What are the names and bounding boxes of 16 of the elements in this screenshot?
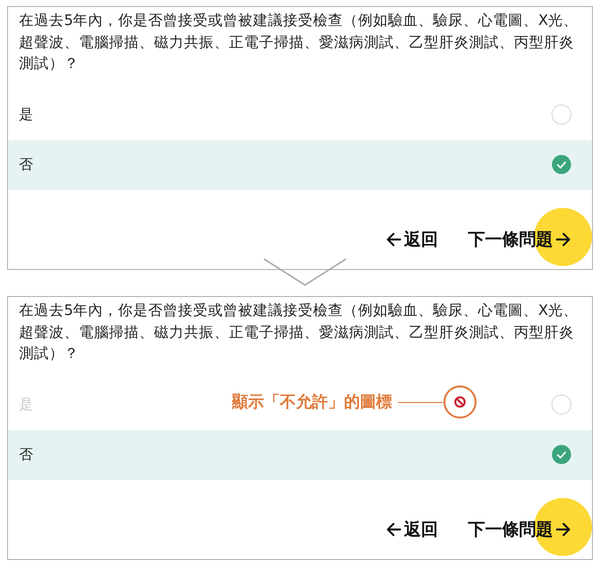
arrow-left-icon bbox=[385, 520, 402, 538]
question-text: 在過去5年內，你是否曾接受或曾被建議接受檢查（例如驗血、驗尿、心電圖、X光、超聲波、電腦掃描、磁力共振、正電子掃描、愛滋病測試、乙型肝炎測試、丙型肝炎測試）？ bbox=[18, 302, 580, 364]
annotation-text: 顯示「不允許」的圖標 bbox=[232, 392, 392, 412]
arrow-right-icon bbox=[555, 520, 572, 538]
arrow-right-icon bbox=[555, 230, 572, 248]
radio-icon[interactable] bbox=[551, 104, 572, 125]
check-radio-icon[interactable] bbox=[551, 154, 572, 175]
prohibited-icon bbox=[443, 385, 477, 419]
question-text: 在過去5年內，你是否曾接受或曾被建議接受檢查（例如驗血、驗尿、心電圖、X光、超聲波、電腦掃描、磁力共振、正電子掃描、愛滋病測試、乙型肝炎測試、丙型肝炎測試）？ bbox=[18, 12, 580, 74]
option-label[interactable]: 是 bbox=[19, 106, 33, 124]
back-button[interactable]: 返回 bbox=[385, 228, 438, 250]
back-button[interactable]: 返回 bbox=[385, 518, 438, 540]
option-label[interactable]: 否 bbox=[19, 156, 33, 174]
check-radio-icon[interactable] bbox=[551, 444, 572, 465]
option-label[interactable]: 否 bbox=[19, 446, 33, 464]
arrow-left-icon bbox=[385, 230, 402, 248]
